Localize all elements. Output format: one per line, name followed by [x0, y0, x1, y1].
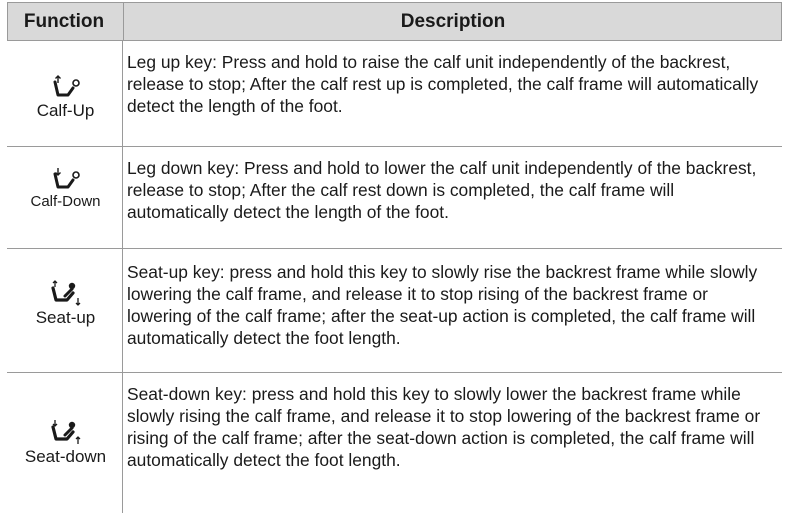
table-row: Seat-down Seat-down key: press and hold …: [7, 373, 782, 513]
table-row: Calf-Down Leg down key: Press and hold t…: [7, 147, 782, 249]
header-divider: [123, 3, 124, 40]
function-label: Seat-up: [35, 308, 96, 327]
description-text: Seat-down key: press and hold this key t…: [127, 384, 761, 470]
function-cell: Calf-Up: [7, 73, 124, 121]
description-text: Seat-up key: press and hold this key to …: [127, 262, 758, 348]
function-label: Seat-down: [24, 447, 107, 466]
table-row: Calf-Up Leg up key: Press and hold to ra…: [7, 41, 782, 147]
table-header: Function Description: [7, 2, 782, 41]
function-cell: Seat-down: [7, 417, 124, 467]
calf-down-icon: [53, 168, 80, 189]
description-text: Leg up key: Press and hold to raise the …: [127, 52, 759, 116]
function-label: Calf-Down: [30, 193, 101, 210]
function-cell: Calf-Down: [7, 165, 124, 210]
function-label: Calf-Up: [36, 101, 95, 120]
calf-up-icon: [53, 75, 80, 97]
header-function: Function: [23, 11, 105, 32]
function-cell: Seat-up: [7, 278, 124, 328]
seat-up-icon: [50, 280, 80, 306]
description-text: Leg down key: Press and hold to lower th…: [127, 158, 757, 222]
table-row: Seat-up Seat-up key: press and hold this…: [7, 249, 782, 373]
header-description: Description: [400, 11, 506, 32]
seat-down-icon: [50, 420, 80, 444]
